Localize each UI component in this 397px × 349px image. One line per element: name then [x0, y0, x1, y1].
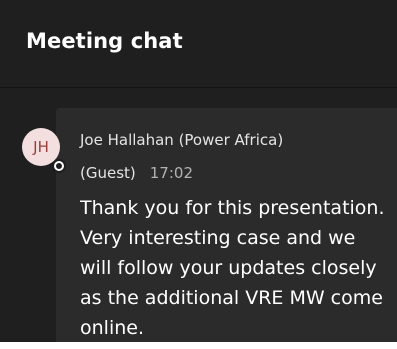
presence-ring-icon [54, 161, 64, 171]
message-line: online. [80, 317, 144, 339]
message-line: Thank you for this presentation. [80, 197, 385, 219]
guest-label: (Guest) [80, 164, 136, 182]
message-list[interactable]: JH Joe Hallahan (Power Africa) (Guest) 17… [0, 88, 397, 342]
presence-status-icon [52, 159, 66, 173]
message-body: Thank you for this presentation. Very in… [80, 193, 397, 343]
message-line: as the additional VRE MW come [80, 287, 383, 309]
bottom-edge [0, 342, 397, 349]
message-line: Very interesting case and we [80, 227, 356, 249]
message-meta: (Guest) 17:02 [80, 163, 193, 184]
avatar-initials: JH [33, 138, 49, 156]
chat-header: Meeting chat [0, 0, 397, 88]
message-line: will follow your updates closely [80, 257, 377, 279]
page-title: Meeting chat [26, 29, 183, 53]
message-sender[interactable]: Joe Hallahan (Power Africa) [80, 130, 283, 151]
meeting-chat-panel: Meeting chat JH Joe Hallahan (Power Afri… [0, 0, 397, 349]
message-time: 17:02 [149, 164, 193, 182]
